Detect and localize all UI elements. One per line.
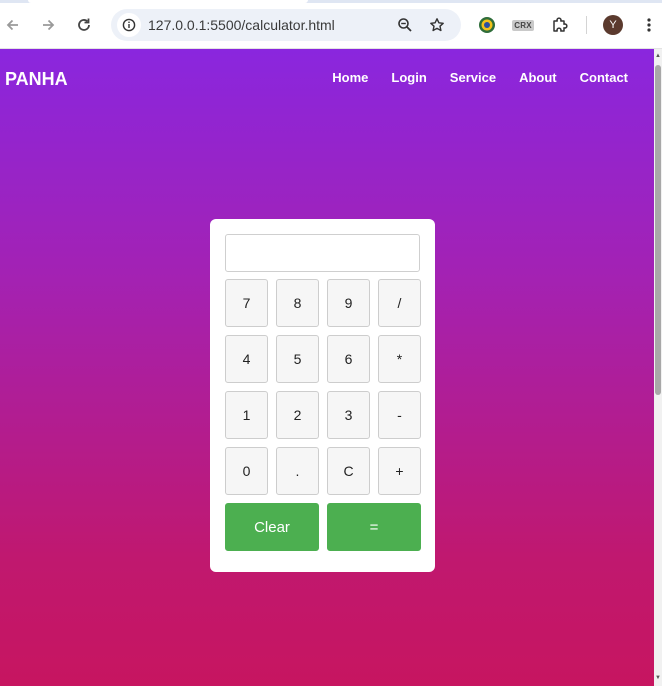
site-info-button[interactable] [117, 13, 141, 37]
page-scrollbar[interactable]: ▲ ▼ [654, 49, 662, 686]
nav-link-login[interactable]: Login [391, 70, 426, 85]
key-1[interactable]: 1 [225, 391, 268, 439]
back-button[interactable] [0, 12, 26, 38]
key-subtract[interactable]: - [378, 391, 421, 439]
key-backspace-c[interactable]: C [327, 447, 370, 495]
nav-link-home[interactable]: Home [332, 70, 368, 85]
crx-extension-button[interactable]: CRX [510, 12, 536, 38]
key-8[interactable]: 8 [276, 279, 319, 327]
nav-link-service[interactable]: Service [450, 70, 496, 85]
back-arrow-icon [6, 19, 18, 31]
toolbar-separator [586, 16, 587, 34]
profile-avatar[interactable]: Y [603, 15, 623, 35]
address-bar[interactable]: 127.0.0.1:5500/calculator.html [111, 9, 461, 41]
browser-menu-button[interactable] [636, 12, 662, 38]
calculator-card: 7 8 9 / 4 5 6 * 1 2 3 - 0 . C + Clear = [210, 219, 435, 572]
crx-icon: CRX [512, 19, 534, 31]
url-text[interactable]: 127.0.0.1:5500/calculator.html [148, 17, 335, 33]
scroll-down-arrow-icon[interactable]: ▼ [654, 673, 662, 683]
extensions-menu-button[interactable] [547, 12, 573, 38]
key-divide[interactable]: / [378, 279, 421, 327]
key-multiply[interactable]: * [378, 335, 421, 383]
key-add[interactable]: + [378, 447, 421, 495]
calculator-keypad: 7 8 9 / 4 5 6 * 1 2 3 - 0 . C + Clear = [225, 279, 421, 551]
forward-arrow-icon [43, 19, 55, 31]
clear-button[interactable]: Clear [225, 503, 319, 551]
key-3[interactable]: 3 [327, 391, 370, 439]
site-navbar: PANHA Home Login Service About Contact [0, 49, 654, 107]
bookmark-button[interactable] [425, 13, 449, 37]
key-4[interactable]: 4 [225, 335, 268, 383]
key-2[interactable]: 2 [276, 391, 319, 439]
brand-logo[interactable]: PANHA [5, 69, 68, 90]
scrollbar-thumb[interactable] [655, 65, 661, 395]
key-decimal[interactable]: . [276, 447, 319, 495]
reload-button[interactable] [71, 12, 97, 38]
puzzle-icon [553, 17, 568, 32]
calculator-display[interactable] [225, 234, 420, 272]
extension-button[interactable] [474, 12, 500, 38]
star-icon [430, 18, 444, 32]
browser-toolbar: 127.0.0.1:5500/calculator.html CRX Y [0, 0, 662, 49]
forward-button[interactable] [35, 12, 61, 38]
key-7[interactable]: 7 [225, 279, 268, 327]
nav-link-about[interactable]: About [519, 70, 557, 85]
key-5[interactable]: 5 [276, 335, 319, 383]
scroll-up-arrow-icon[interactable]: ▲ [654, 51, 662, 61]
zoom-button[interactable] [393, 13, 417, 37]
colorful-extension-icon [479, 17, 495, 33]
reload-icon [78, 18, 90, 31]
three-dot-menu-icon [647, 18, 651, 32]
zoom-out-icon [398, 18, 412, 32]
key-6[interactable]: 6 [327, 335, 370, 383]
info-icon [122, 18, 136, 32]
key-9[interactable]: 9 [327, 279, 370, 327]
equals-button[interactable]: = [327, 503, 421, 551]
key-0[interactable]: 0 [225, 447, 268, 495]
nav-link-contact[interactable]: Contact [580, 70, 628, 85]
tab-strip-edge [0, 0, 662, 3]
nav-links: Home Login Service About Contact [332, 70, 628, 85]
page-viewport: PANHA Home Login Service About Contact 7… [0, 49, 654, 686]
